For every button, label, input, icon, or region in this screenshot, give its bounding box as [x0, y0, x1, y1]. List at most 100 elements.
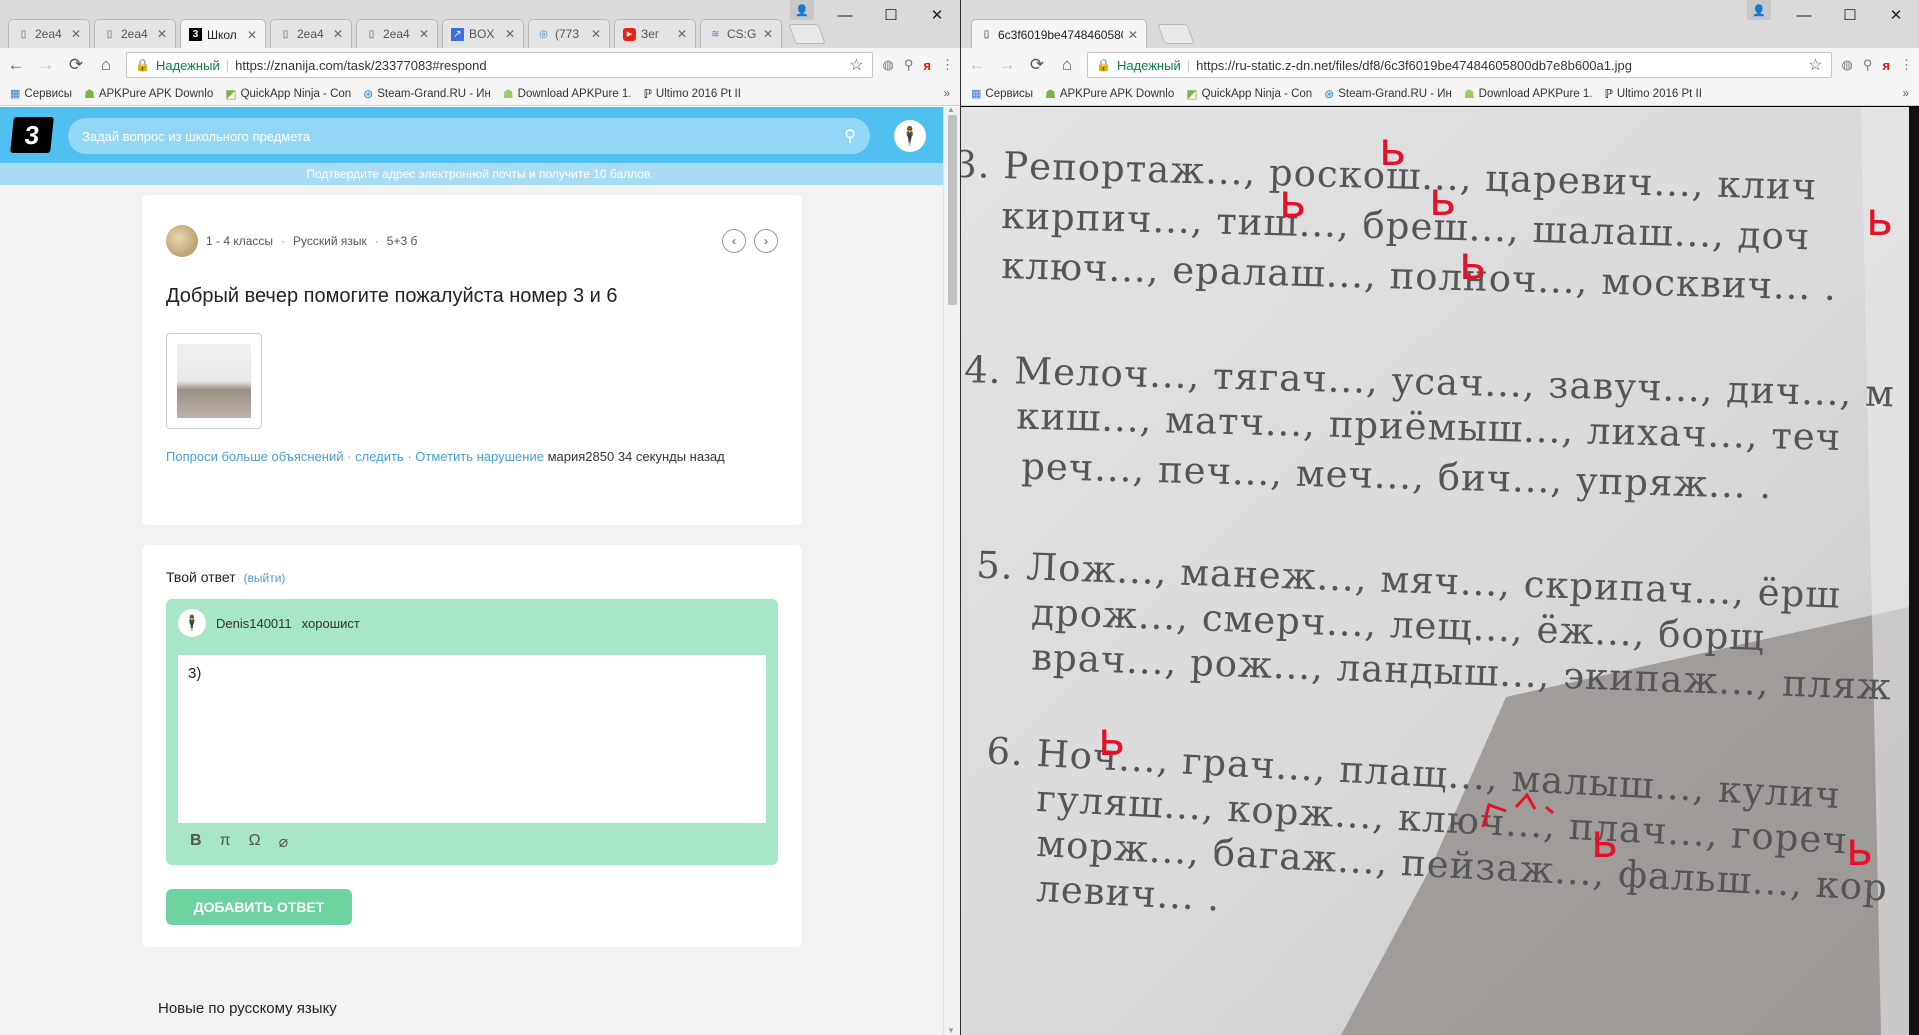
back-icon[interactable]: ← [967, 55, 987, 75]
menu-kebab-icon[interactable]: ⋮ [1900, 57, 1913, 73]
answer-user: 🕴 Denis140011 хорошист [178, 609, 360, 637]
bookmark-ultimo[interactable]: ℙ Ultimo 2016 Pt II [643, 87, 740, 101]
add-answer-button[interactable]: ДОБАВИТЬ ОТВЕТ [166, 889, 352, 925]
tab-7[interactable]: ▶ Зег ✕ [614, 19, 696, 48]
youtube-favicon-icon: ▶ [623, 27, 636, 41]
tab-3[interactable]: ▯ 2ea4 ✕ [270, 19, 352, 48]
address-bar[interactable]: 🔒 Надежный | https://ru-static.z-dn.net/… [1087, 52, 1832, 78]
bookmark-steam-grand[interactable]: ⊛ Steam-Grand.RU - Ин [363, 87, 491, 101]
tab-2-active[interactable]: 3 Школ ✕ [180, 19, 266, 49]
editor-toolbar: B π Ω ⌀ [190, 832, 288, 852]
tab-5[interactable]: ↗ BOX ✕ [442, 19, 524, 48]
close-window-icon[interactable]: ✕ [1873, 0, 1919, 30]
close-tab-icon[interactable]: ✕ [71, 27, 81, 41]
forward-icon[interactable]: → [36, 55, 56, 75]
site-logo[interactable]: 3 [10, 117, 54, 153]
new-tab-button[interactable] [788, 24, 826, 44]
pi-icon[interactable]: π [220, 832, 231, 852]
menu-kebab-icon[interactable]: ⋮ [941, 57, 954, 73]
search-icon[interactable]: ⚲ [844, 126, 856, 146]
bookmark-star-icon[interactable]: ☆ [849, 55, 863, 75]
profile-icon[interactable]: 👤 [1747, 0, 1771, 20]
forward-icon[interactable]: → [997, 55, 1017, 75]
close-tab-icon[interactable]: ✕ [157, 27, 167, 41]
bookmark-apps[interactable]: ▦ Сервисы [971, 87, 1033, 101]
prev-question-icon[interactable]: ‹ [722, 229, 746, 253]
extension-search-icon[interactable]: ⚲ [904, 57, 914, 73]
close-tab-icon[interactable]: ✕ [763, 27, 773, 41]
report-link[interactable]: Отметить нарушение [415, 449, 544, 464]
close-tab-icon[interactable]: ✕ [1128, 28, 1138, 42]
back-icon[interactable]: ← [6, 55, 26, 75]
close-tab-icon[interactable]: ✕ [419, 27, 429, 41]
close-tab-icon[interactable]: ✕ [591, 27, 601, 41]
bold-icon[interactable]: B [190, 832, 202, 852]
maximize-icon[interactable]: ☐ [868, 0, 914, 30]
home-icon[interactable]: ⌂ [1057, 55, 1077, 75]
bookmark-download-apkpure[interactable]: ☗ Download APKPure 1. [1464, 87, 1593, 101]
email-confirm-notice[interactable]: Подтвердите адрес электронной почты и по… [0, 163, 960, 185]
reload-icon[interactable]: ⟳ [66, 55, 86, 75]
minimize-icon[interactable]: — [1781, 0, 1827, 30]
bookmark-download-apkpure[interactable]: ☗ Download APKPure 1. [503, 87, 632, 101]
bookmark-star-icon[interactable]: ☆ [1808, 55, 1822, 75]
bookmarks-overflow-icon[interactable]: » [944, 88, 950, 100]
bookmark-quickapp[interactable]: ◩ QuickApp Ninja - Con [225, 87, 351, 101]
bookmark-apkpure[interactable]: ☗ APKPure APK Downlo [1045, 87, 1174, 101]
bookmark-quickapp[interactable]: ◩ QuickApp Ninja - Con [1186, 87, 1312, 101]
tab-4[interactable]: ▯ 2ea4 ✕ [356, 19, 438, 48]
quickapp-icon: ◩ [225, 86, 237, 101]
ask-more-link[interactable]: Попроси больше объяснений [166, 449, 344, 464]
reload-icon[interactable]: ⟳ [1027, 55, 1047, 75]
yandex-extension-icon[interactable]: я [1882, 58, 1890, 73]
scroll-down-icon[interactable]: ▼ [947, 1026, 955, 1035]
csgo-favicon-icon: ≋ [711, 28, 720, 40]
extension-globe-icon[interactable]: ◍ [1842, 57, 1853, 73]
logout-link[interactable]: (выйти) [244, 571, 286, 585]
new-tab-button[interactable] [1157, 24, 1195, 44]
address-bar[interactable]: 🔒 Надежный | https://znanija.com/task/23… [126, 52, 873, 78]
close-tab-icon[interactable]: ✕ [505, 27, 515, 41]
extension-globe-icon[interactable]: ◍ [883, 57, 894, 73]
follow-link[interactable]: следить [355, 449, 404, 464]
tab-0[interactable]: ▯ 2ea4 ✕ [8, 19, 90, 48]
bookmark-apps[interactable]: ▦ Сервисы [10, 87, 72, 101]
yandex-extension-icon[interactable]: я [923, 58, 931, 73]
extension-search-icon[interactable]: ⚲ [1863, 57, 1873, 73]
close-tab-icon[interactable]: ✕ [247, 28, 257, 42]
omega-icon[interactable]: Ω [249, 832, 261, 852]
scroll-up-icon[interactable]: ▲ [947, 107, 955, 114]
close-tab-icon[interactable]: ✕ [677, 27, 687, 41]
image-tab[interactable]: ▯ 6c3f6019be474846058000 ✕ [971, 19, 1147, 49]
dot-separator: · [374, 234, 379, 248]
author-avatar[interactable] [166, 225, 198, 257]
attachment-icon[interactable]: ⌀ [279, 832, 289, 852]
handwritten-soft-sign: ь [1429, 172, 1456, 226]
close-tab-icon[interactable]: ✕ [333, 27, 343, 41]
minimize-icon[interactable]: — [822, 0, 868, 30]
bookmark-steam-grand[interactable]: ⊛ Steam-Grand.RU - Ин [1324, 87, 1452, 101]
bookmark-apkpure[interactable]: ☗ APKPure APK Downlo [84, 87, 213, 101]
profile-icon[interactable]: 👤 [790, 0, 814, 20]
mail-favicon-icon: ◎ [539, 28, 548, 40]
tab-6[interactable]: ◎ (773 ✕ [528, 19, 610, 48]
next-question-icon[interactable]: › [754, 229, 778, 253]
question-card: 1 - 4 классы · Русский язык · 5+3 б ‹ › … [142, 195, 802, 525]
maximize-icon[interactable]: ☐ [1827, 0, 1873, 30]
answer-textarea[interactable]: 3) [178, 655, 766, 823]
close-window-icon[interactable]: ✕ [914, 0, 960, 30]
tab-8[interactable]: ≋ CS:G ✕ [700, 19, 782, 48]
user-avatar[interactable]: 🕴 [894, 120, 926, 152]
scroll-thumb[interactable] [948, 115, 957, 305]
bookmarks-overflow-icon[interactable]: » [1903, 88, 1909, 100]
handwritten-soft-sign: ь [1459, 236, 1486, 290]
tab-1[interactable]: ▯ 2ea4 ✕ [94, 19, 176, 48]
answer-card: Твой ответ (выйти) 🕴 Denis140011 хорошис… [142, 545, 802, 947]
attachment-thumbnail[interactable] [166, 333, 262, 429]
username: Denis140011 [216, 615, 292, 631]
author-name[interactable]: мария2850 [548, 449, 615, 464]
bookmark-ultimo[interactable]: ℙ Ultimo 2016 Pt II [1604, 87, 1701, 101]
home-icon[interactable]: ⌂ [96, 55, 116, 75]
question-search-input[interactable]: Задай вопрос из школьного предмета ⚲ [68, 118, 870, 154]
page-scrollbar[interactable]: ▲ ▼ [943, 107, 960, 1035]
